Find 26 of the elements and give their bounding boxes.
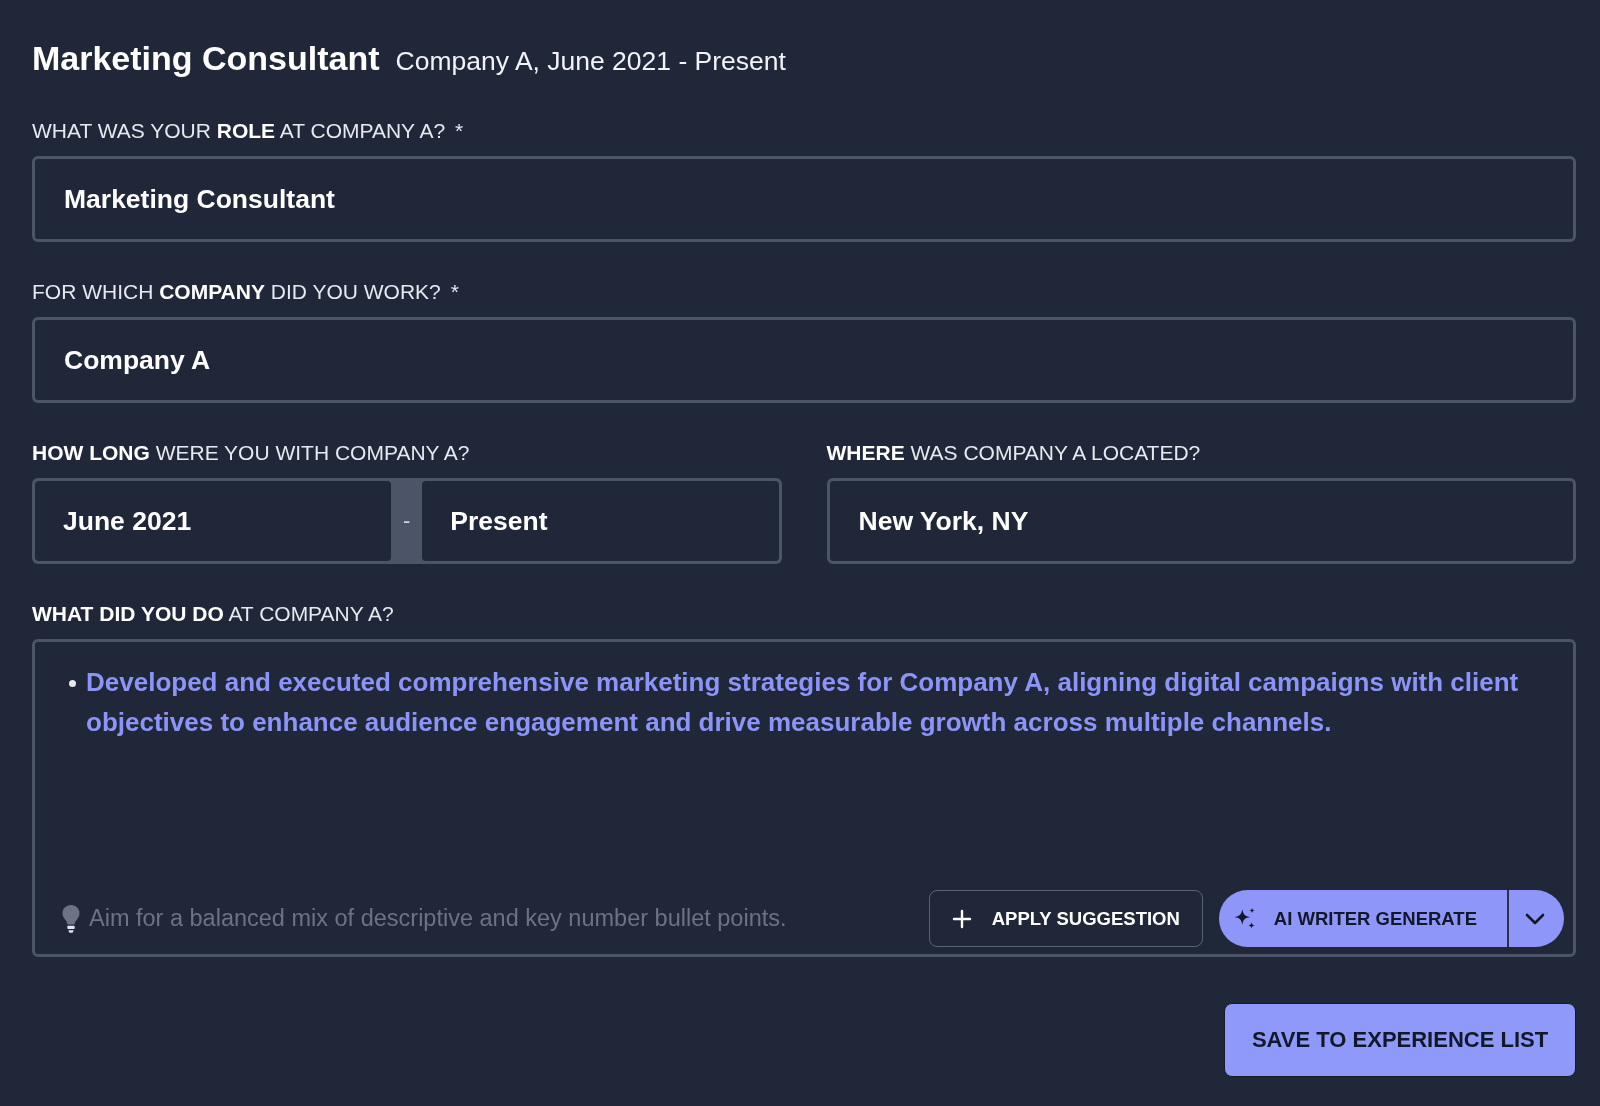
hint-text: Aim for a balanced mix of descriptive and key number bullet points. — [89, 905, 787, 932]
field-label: FOR WHICH COMPANY DID YOU WORK? — [32, 280, 441, 304]
company-input[interactable]: Company A — [32, 317, 1576, 403]
caret-down-icon — [1524, 912, 1545, 925]
end-date-input[interactable]: Present — [422, 481, 779, 561]
apply-suggestion-button[interactable]: APPLY SUGGESTION — [928, 890, 1203, 947]
bullet-icon — [69, 680, 76, 687]
field-label: HOW LONG WERE YOU WITH COMPANY A? — [32, 441, 470, 465]
role-input[interactable]: Marketing Consultant — [32, 156, 1576, 242]
ai-writer-button[interactable]: AI WRITER GENERATE — [1218, 890, 1507, 947]
lightbulb-icon — [61, 903, 81, 934]
bullet-text: Developed and executed comprehensive marketing strategies for Company A, aligning digital campaigns with client objectives to enhance audience engagement and drive measurable growth across multiple channels. — [86, 666, 1520, 739]
entry-title: Marketing Consultant — [32, 38, 380, 78]
location-input[interactable]: New York, NY — [826, 478, 1576, 564]
range-separator: - — [403, 508, 411, 534]
field-label: WHAT DID YOU DO AT COMPANY A? — [32, 602, 394, 626]
plus-icon — [951, 908, 972, 929]
start-date-input[interactable]: June 2021 — [35, 481, 392, 561]
field-label: WHERE WAS COMPANY A LOCATED? — [826, 441, 1201, 465]
required-mark: * — [450, 280, 459, 304]
dropdown-button[interactable] — [1507, 890, 1564, 947]
field-label: WHAT WAS YOUR ROLE AT COMPANY A? — [32, 119, 446, 143]
description-field[interactable] — [32, 639, 1576, 957]
entry-subtitle: Company A, June 2021 - Present — [395, 45, 786, 78]
required-mark: * — [455, 119, 464, 143]
save-button[interactable]: SAVE TO EXPERIENCE LIST — [1224, 1003, 1576, 1077]
